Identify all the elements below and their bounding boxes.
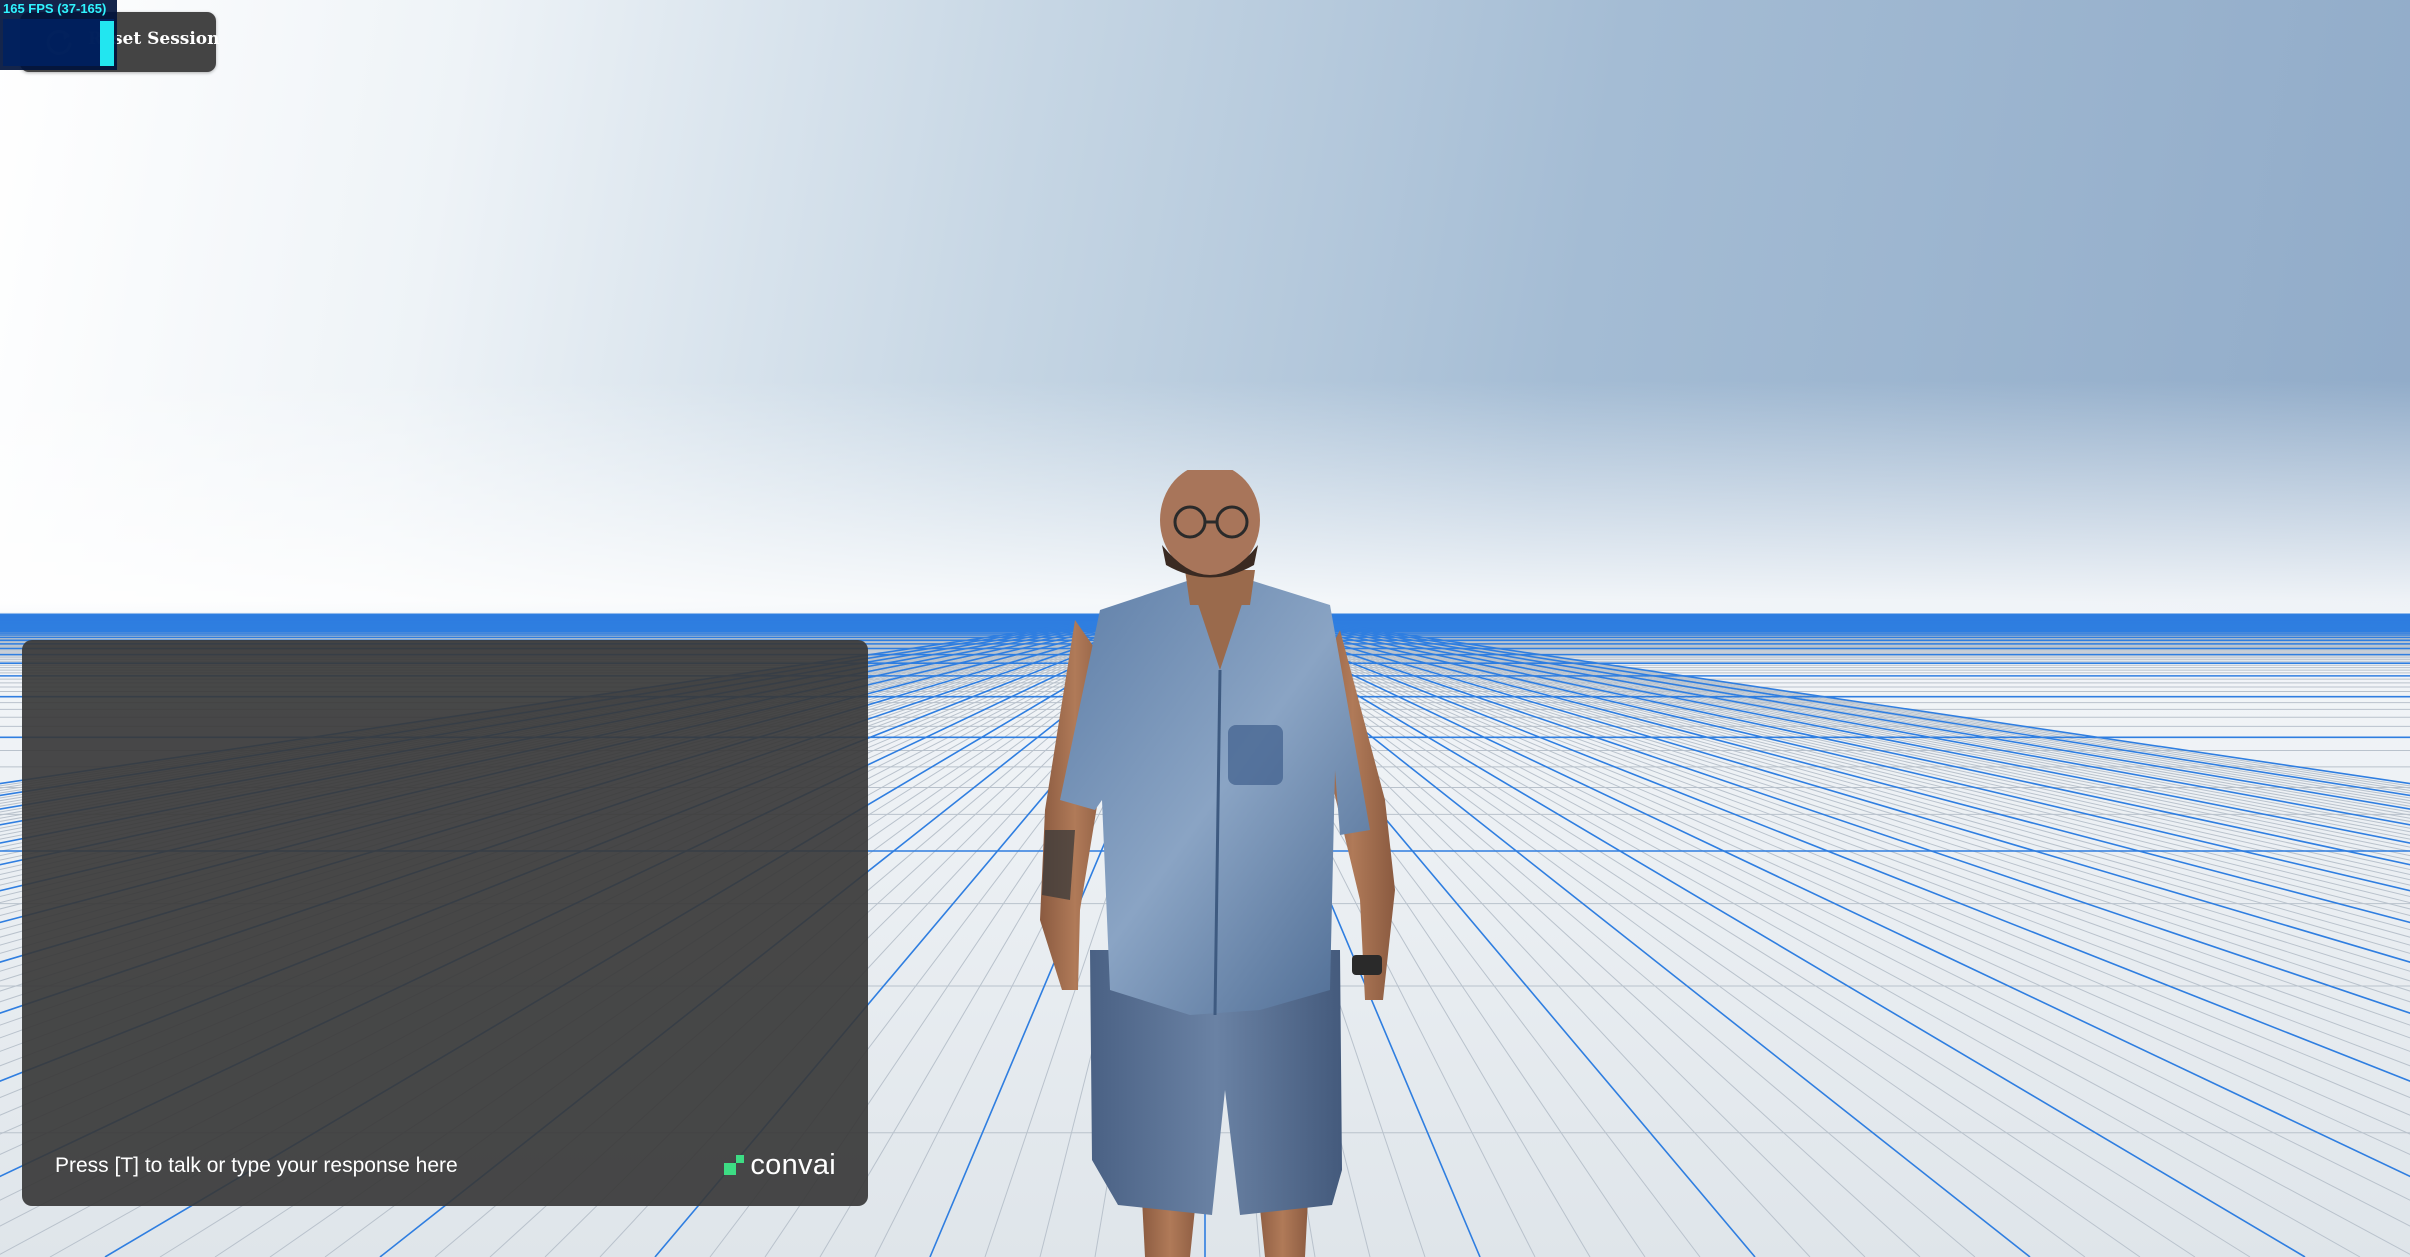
convai-logo-icon <box>724 1155 745 1175</box>
fps-graph-bar <box>100 21 114 66</box>
fps-meter: 165 FPS (37-165) <box>0 0 117 70</box>
avatar-character[interactable] <box>1040 470 1420 1257</box>
convai-logo: convai <box>724 1148 836 1182</box>
fps-graph <box>3 19 114 66</box>
chat-input[interactable] <box>55 1148 695 1184</box>
fps-label: 165 FPS (37-165) <box>3 1 107 16</box>
chat-panel: convai <box>22 640 868 1206</box>
convai-logo-text: convai <box>750 1148 836 1181</box>
fps-graph-history <box>3 19 100 66</box>
